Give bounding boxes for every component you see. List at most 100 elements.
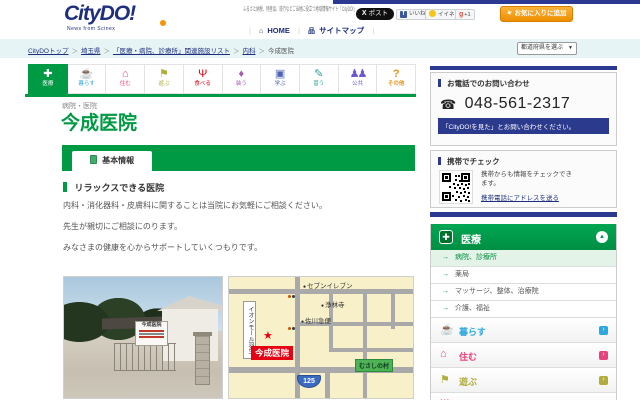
sidebar-item-care[interactable]: → 介護、福祉 [431,301,616,318]
sidebar-category-eat[interactable]: Ψ 食べる › [431,393,616,400]
collapse-circle-icon[interactable]: ▲ [596,231,608,243]
tab-label: その他 [377,81,415,88]
send-address-link[interactable]: 携帯電話にアドレスを送る [481,192,559,202]
tab-living[interactable]: ☕ 暮らす [68,64,107,94]
mobile-box-text: 携帯からも情報をチェックでき ます。 [481,170,572,188]
sidebar-menu-medical[interactable]: ✚ 医療 ▲ [431,224,616,250]
tab-public[interactable]: ♟♟ 公共 [339,64,378,94]
tab-label: 暮らす [68,81,106,88]
pencil-icon: ✎ [300,68,338,81]
navy-bullet-icon [438,79,441,87]
photo-fence [114,343,176,371]
clinic-photo: 今成医院 [63,276,223,399]
breadcrumb-separator: ＞ [71,48,78,55]
add-favorite-button[interactable]: ✦お気に入りに追加 [500,6,573,22]
tab-basic-info[interactable]: 基本情報 [72,151,152,171]
expand-square-icon[interactable]: › [599,326,608,335]
sidebar-navy-divider [430,212,617,217]
phone-number-row: ☎ 048-561-2317 [440,95,616,113]
section-heading: リラックスできる医院 [63,181,164,194]
navy-bullet-icon [438,157,441,165]
clothes-icon: ♦ [223,68,261,81]
site-logo[interactable]: CityDO! News from Scinex [64,2,194,36]
arrow-right-icon: → [442,301,449,317]
x-post-button[interactable]: Xポスト [356,8,394,20]
sidebar-item-pharmacy[interactable]: → 薬局 [431,267,616,284]
x-icon: X [362,10,367,17]
tab-label: 遊ぶ [145,81,183,88]
iine-label: イイネ! [438,12,456,18]
tab-label: 医療 [29,81,67,88]
sidebar-category-play[interactable]: ⚑ 遊ぶ › [431,368,616,393]
sidebar-item-massage[interactable]: → マッサージ、整体、治療院 [431,284,616,301]
tab-label: 習う [300,81,338,88]
tab-lessons[interactable]: ✎ 習う [300,64,339,94]
sidebar-category-living[interactable]: ☕ 暮らす › [431,318,616,343]
map-road [391,289,395,329]
monitor-icon: ▣ [261,68,299,81]
qr-code [439,170,473,204]
breadcrumb-link-list[interactable]: 「医療・病院、診療所」関連施設リスト [113,48,230,55]
category-tabbar: ✚ 医療 ☕ 暮らす ⌂ 住む ⚑ 遊ぶ Ψ 食べる ♦ 装う ▣ 学ぶ ✎ 習 [28,64,416,94]
question-icon: ? [377,68,415,81]
map-road [325,373,330,399]
expand-square-icon[interactable]: › [599,376,608,385]
tab-fashion[interactable]: ♦ 装う [223,64,262,94]
x-post-label: ポスト [369,10,389,17]
qr-finder [461,173,470,182]
sidebar-item-hospitals[interactable]: → 病院、診療所 [431,250,616,267]
qr-finder [442,173,451,182]
tab-label: 公共 [339,81,377,88]
main-nav: | ⌂ HOME | 品 サイトマップ | [243,25,380,36]
breadcrumb-link-naika[interactable]: 内科 [242,48,255,55]
map-dot: ● [301,319,304,325]
golf-flag-icon: ⚑ [145,68,183,81]
arrow-right-icon: → [442,250,449,266]
arrow-right-icon: → [442,267,449,283]
sidebar-category-label: 暮らす [459,325,486,338]
map-dot: ● [303,284,306,290]
map-road [329,348,414,352]
breadcrumb: CityDOトップ＞埼玉県＞「医療・病院、診療所」関連施設リスト＞内科＞今成医院 [28,45,294,55]
sitemap-icon: 品 [308,28,315,35]
nav-home-link[interactable]: ⌂ HOME [259,26,292,35]
photo-gate-cap [193,332,212,336]
tab-medical[interactable]: ✚ 医療 [28,64,68,94]
mobile-box-header-text: 携帯でチェック [447,157,500,166]
google-plus-label: +1 [464,12,470,18]
tab-housing[interactable]: ⌂ 住む [106,64,145,94]
qr-modules [455,175,457,177]
tab-eat[interactable]: Ψ 食べる [184,64,223,94]
logo-wordmark: CityDO! [64,2,194,26]
sign-line [139,336,164,338]
notebook-icon [90,155,97,164]
traffic-signal-icon [288,295,291,298]
phone-number: 048-561-2317 [465,95,571,112]
breadcrumb-link-top[interactable]: CityDOトップ [28,48,68,55]
qr-finder [442,192,451,201]
sidebar-category-housing[interactable]: ⌂ 住む › [431,343,616,368]
access-map: ●セブンイレブン ●浄林寺 ●佐川急便 イオンモール羽生 ★ 今成医院 125 … [228,276,414,399]
tab-play[interactable]: ⚑ 遊ぶ [145,64,184,94]
fork-icon: Ψ [184,68,222,81]
breadcrumb-separator: ＞ [103,48,110,55]
breadcrumb-link-prefecture[interactable]: 埼玉県 [81,48,101,55]
tag-icon: ✦ [504,6,514,21]
prefecture-select[interactable]: 都道府県を選ぶ ▼ [517,42,577,55]
tab-label: 食べる [184,81,222,88]
description-paragraph: 内科・消化器科・皮膚科に関することは当院にお気軽にご相談ください。 [63,200,327,211]
top-navy-strip [333,0,640,4]
logo-tagline: News from Scinex [67,26,194,32]
tab-other[interactable]: ? その他 [377,64,416,94]
map-label-sagawa: ●佐川急便 [301,315,331,325]
photo-gate-pillar [195,335,210,385]
photo-sign-text: 今成医院 [141,322,161,328]
breadcrumb-separator: ＞ [258,48,265,55]
expand-square-icon[interactable]: › [599,351,608,360]
google-plus-one-button[interactable]: g+1 [455,9,475,20]
golf-flag-icon: ⚑ [440,373,450,386]
telephone-icon: ☎ [440,97,456,112]
tab-learn[interactable]: ▣ 学ぶ [261,64,300,94]
traffic-signal-icon [288,327,291,330]
nav-sitemap-link[interactable]: 品 サイトマップ [308,26,366,35]
